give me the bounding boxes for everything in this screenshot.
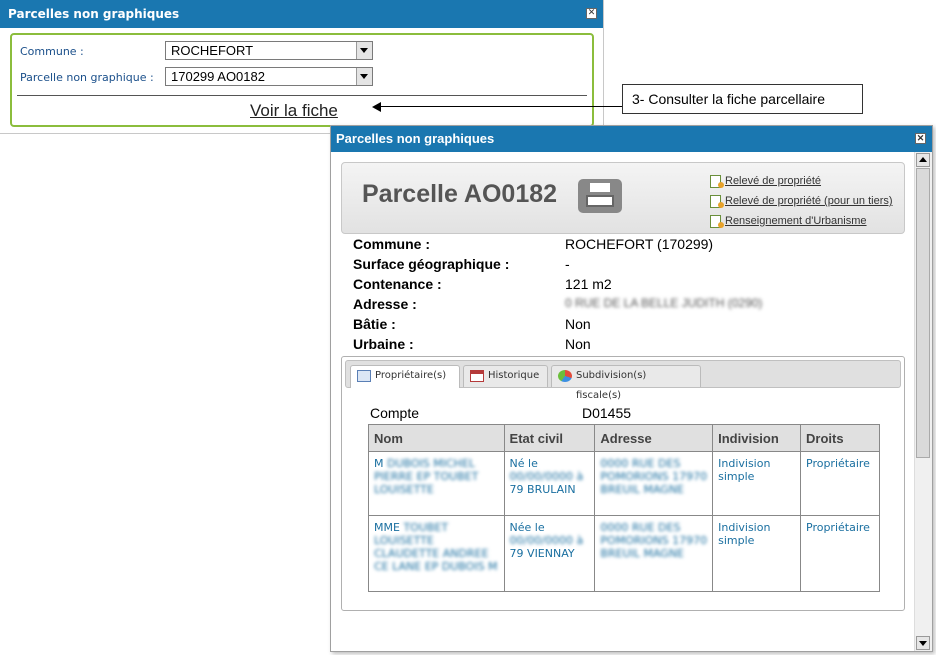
droits-cell: Propriétaire — [800, 451, 880, 516]
property-value: ROCHEFORT (170299) — [565, 236, 714, 252]
printer-icon[interactable] — [578, 179, 622, 213]
etat-blurred: 00/00/0000 à — [509, 470, 584, 483]
parcel-header: Parcelle AO0182 Relevé de propriété Rele… — [341, 162, 905, 234]
compte-label: Compte — [370, 405, 420, 421]
nom-prefix: MME — [374, 521, 400, 534]
releve-propriete-link[interactable]: Relevé de propriété — [710, 171, 893, 191]
etat-suffix: 79 VIENNAY — [509, 547, 575, 560]
adresse-blurred: 0000 RUE DES POMORIONS 17970 BREUIL MAGN… — [600, 457, 708, 496]
pie-chart-icon — [558, 370, 572, 382]
droits-cell: Propriétaire — [800, 515, 880, 592]
scroll-down-icon[interactable] — [916, 636, 930, 650]
column-header: Nom — [368, 424, 505, 452]
search-panel: Commune : ROCHEFORT Parcelle non graphiq… — [10, 33, 594, 127]
scroll-thumb[interactable] — [916, 168, 930, 458]
etat-prefix: Né le — [509, 457, 538, 470]
link-label: Relevé de propriété — [725, 175, 822, 187]
tab-subdivisions[interactable]: Subdivision(s) fiscale(s) — [551, 365, 701, 401]
document-icon — [710, 194, 724, 208]
property-value: Non — [565, 316, 591, 332]
id-card-icon — [357, 370, 371, 382]
callout-arrow-line — [380, 106, 622, 107]
etat-blurred: 00/00/0000 à — [509, 534, 584, 547]
renseignement-urbanisme-link[interactable]: Renseignement d'Urbanisme — [710, 211, 893, 231]
divider — [17, 95, 587, 96]
tabs-panel: Propriétaire(s) Historique Subdivision(s… — [341, 356, 905, 611]
column-header: Indivision — [712, 424, 801, 452]
column-header: Etat civil — [503, 424, 596, 452]
commune-label: Commune : — [20, 45, 84, 58]
property-label: Commune : — [353, 236, 430, 252]
etat-prefix: Née le — [509, 521, 545, 534]
property-value: 0 RUE DE LA BELLE JUDITH (0290) — [565, 296, 763, 310]
compte-value: D01455 — [582, 405, 632, 421]
property-value: Non — [565, 336, 591, 352]
tab-historique[interactable]: Historique — [463, 365, 548, 387]
window-title: Parcelles non graphiques — [8, 7, 180, 21]
adresse-blurred: 0000 RUE DES POMORIONS 17970 BREUIL MAGN… — [600, 521, 708, 560]
tab-bar: Propriétaire(s) Historique Subdivision(s… — [345, 360, 901, 401]
property-label: Bâtie : — [353, 316, 396, 332]
table-row[interactable]: MME TOUBET LOUISETTE CLAUDETTE ANDREE CE… — [368, 515, 880, 592]
nom-cell: M DUBOIS MICHEL PIERRE EP TOUBET LOUISET… — [368, 451, 505, 516]
document-icon — [710, 214, 724, 228]
adresse-cell: 0000 RUE DES POMORIONS 17970 BREUIL MAGN… — [594, 451, 714, 516]
releve-propriete-tiers-link[interactable]: Relevé de propriété (pour un tiers) — [710, 191, 893, 211]
nom-prefix: M — [374, 457, 384, 470]
adresse-cell: 0000 RUE DES POMORIONS 17970 BREUIL MAGN… — [594, 515, 714, 592]
nom-blurred: DUBOIS MICHEL PIERRE EP TOUBET LOUISETTE — [374, 457, 479, 496]
commune-select[interactable]: ROCHEFORT — [165, 41, 373, 60]
property-value: 121 m2 — [565, 276, 612, 292]
close-icon[interactable]: ✕ — [586, 8, 597, 19]
voir-fiche-link[interactable]: Voir la fiche — [250, 101, 338, 121]
column-header: Droits — [800, 424, 880, 452]
property-label: Adresse : — [353, 296, 417, 312]
parcelles-window-detail: Parcelles non graphiques ✕ Parcelle AO01… — [330, 125, 933, 652]
parcelles-window-small: Parcelles non graphiques ✕ Commune : ROC… — [0, 0, 604, 134]
tab-proprietaires[interactable]: Propriétaire(s) — [350, 365, 460, 388]
window-title: Parcelles non graphiques — [336, 131, 495, 146]
etat-civil-cell: Née le 00/00/0000 à 79 VIENNAY — [503, 515, 596, 592]
table-header-row: Nom Etat civil Adresse Indivision Droits — [368, 424, 880, 452]
calendar-icon — [470, 370, 484, 382]
scroll-up-icon[interactable] — [916, 153, 930, 167]
property-label: Contenance : — [353, 276, 442, 292]
tab-label: Propriétaire(s) — [375, 370, 447, 381]
commune-select-value: ROCHEFORT — [171, 43, 254, 58]
parcelle-select-value: 170299 AO0182 — [171, 69, 265, 84]
chevron-down-icon[interactable] — [356, 68, 372, 85]
indivision-cell: Indivision simple — [712, 451, 801, 516]
etat-suffix: 79 BRULAIN — [509, 483, 576, 496]
table-row[interactable]: M DUBOIS MICHEL PIERRE EP TOUBET LOUISET… — [368, 451, 880, 516]
document-icon — [710, 174, 724, 188]
indivision-cell: Indivision simple — [712, 515, 801, 592]
link-label: Renseignement d'Urbanisme — [725, 215, 867, 227]
vertical-scrollbar[interactable] — [914, 152, 932, 651]
tab-label: Subdivision(s) fiscale(s) — [576, 370, 647, 401]
parcelle-label: Parcelle non graphique : — [20, 71, 154, 84]
callout-arrowhead-icon — [372, 102, 381, 112]
report-links: Relevé de propriété Relevé de propriété … — [710, 171, 893, 231]
property-label: Urbaine : — [353, 336, 414, 352]
chevron-down-icon[interactable] — [356, 42, 372, 59]
window-titlebar: Parcelles non graphiques ✕ — [0, 0, 603, 28]
property-value: - — [565, 256, 570, 272]
parcelle-select[interactable]: 170299 AO0182 — [165, 67, 373, 86]
property-label: Surface géographique : — [353, 256, 510, 272]
close-icon[interactable]: ✕ — [915, 133, 926, 144]
nom-cell: MME TOUBET LOUISETTE CLAUDETTE ANDREE CE… — [368, 515, 505, 592]
link-label: Relevé de propriété (pour un tiers) — [725, 195, 893, 207]
callout-box: 3- Consulter la fiche parcellaire — [622, 84, 863, 114]
etat-civil-cell: Né le 00/00/0000 à 79 BRULAIN — [503, 451, 596, 516]
parcel-title: Parcelle AO0182 — [362, 180, 558, 208]
column-header: Adresse — [594, 424, 714, 452]
owners-table: Nom Etat civil Adresse Indivision Droits… — [368, 424, 880, 592]
tab-label: Historique — [488, 370, 540, 381]
window-titlebar: Parcelles non graphiques ✕ — [331, 126, 932, 152]
